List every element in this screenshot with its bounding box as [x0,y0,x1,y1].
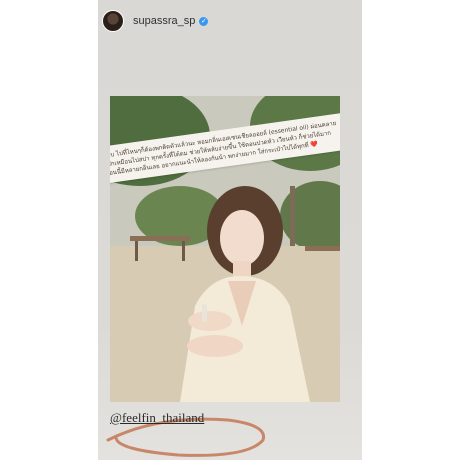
avatar[interactable] [102,10,124,32]
story-header: supassra_sp ✓ [102,8,209,34]
story-photo: ชอบ ไปที่ไหนๆก็ต้องพกติดตัวแล้วนะ หอมกลิ… [110,96,340,402]
verified-badge-icon: ✓ [199,16,209,26]
mention-tag[interactable]: @feelfin_thailand [110,410,204,426]
swoosh-decoration [106,417,266,457]
username[interactable]: supassra_sp [133,15,195,27]
story-frame: supassra_sp ✓ ชอบ ไปที่ไหนๆก็ต้องพกติดตั… [98,0,362,460]
